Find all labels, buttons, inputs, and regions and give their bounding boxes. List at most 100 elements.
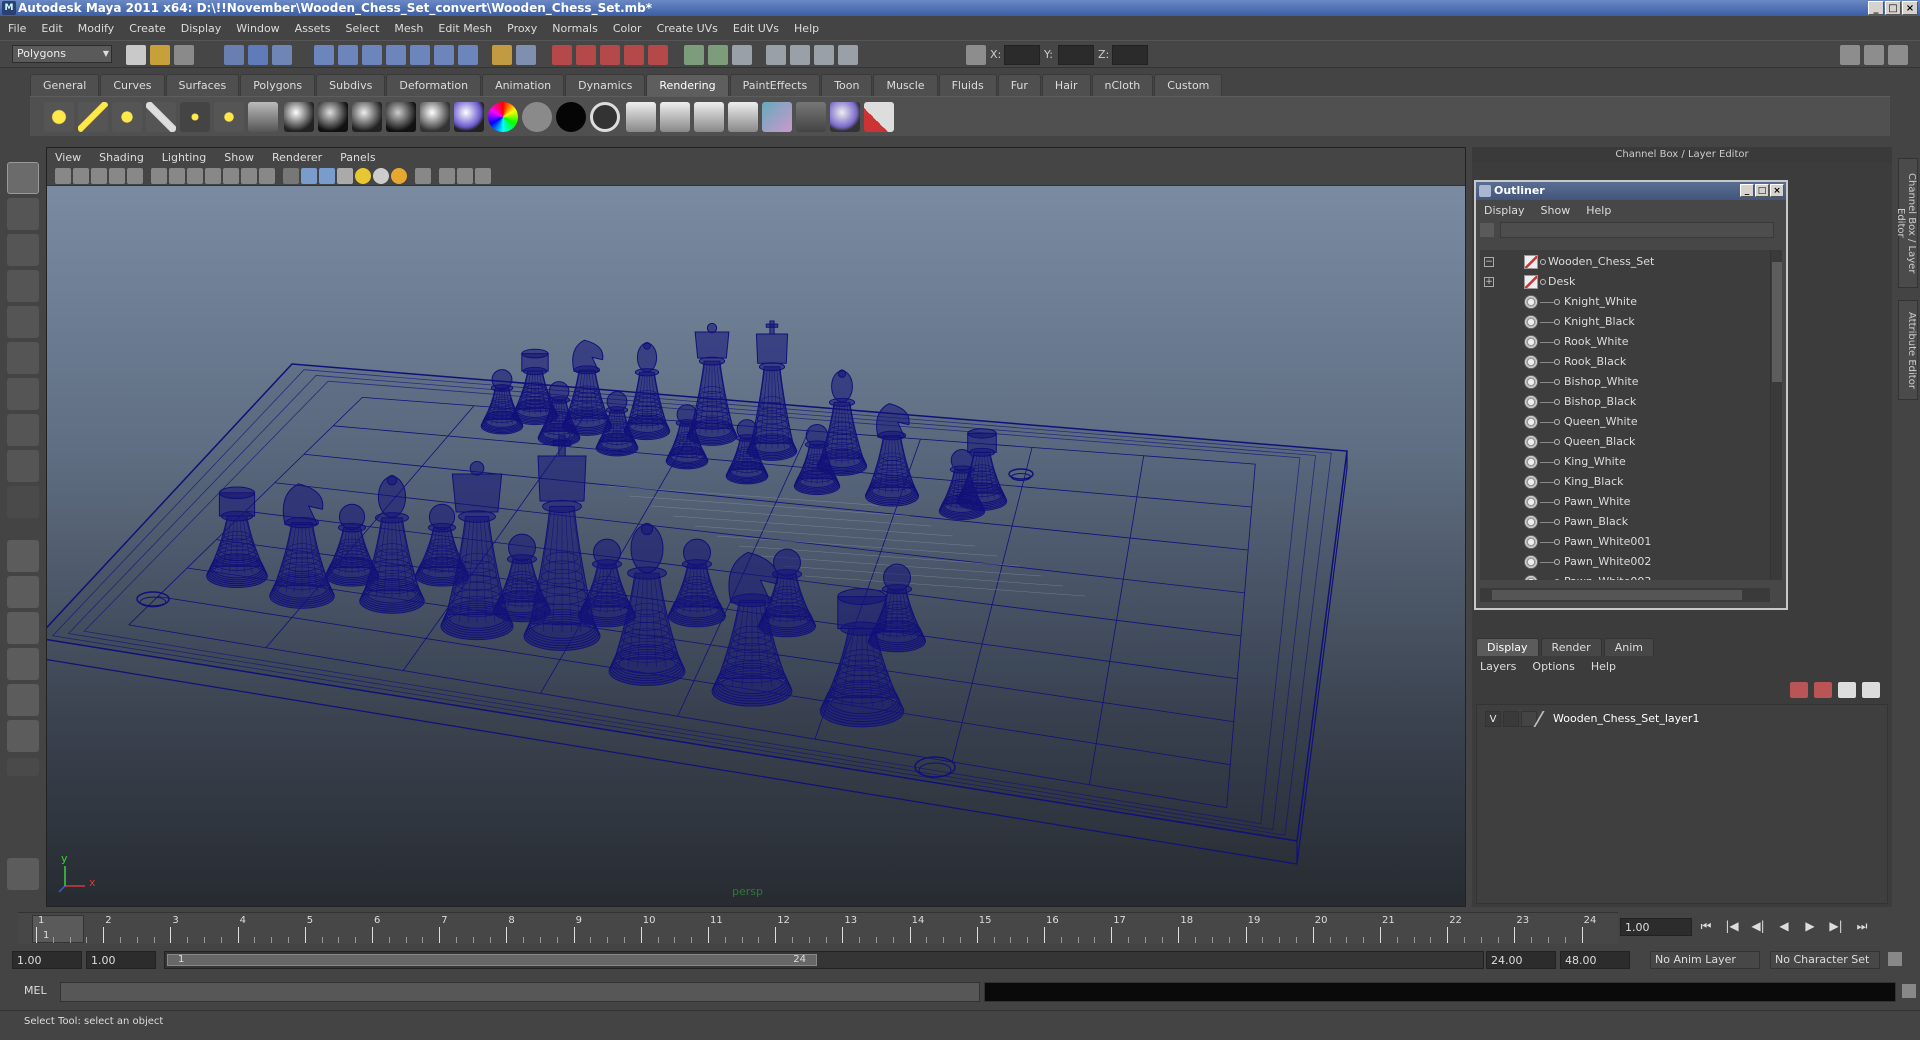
menu-edit[interactable]: Edit [41,22,62,35]
save-scene-icon[interactable] [174,45,194,65]
snap-point-icon[interactable] [362,45,382,65]
ramp-shader-icon[interactable] [488,102,518,132]
ipr-render-icon[interactable] [576,45,596,65]
outliner-item[interactable]: Rook_Black [1480,352,1770,372]
maximize-button[interactable]: □ [1885,1,1901,15]
shelf-tab-fur[interactable]: Fur [997,74,1041,96]
outliner-item[interactable]: Queen_Black [1480,432,1770,452]
area-light-icon[interactable] [180,102,210,132]
shelf-tab-general[interactable]: General [30,74,100,96]
attribute-editor-side-tab[interactable]: Attribute Editor [1898,300,1918,400]
y-field[interactable] [1058,45,1094,65]
input-line-icon[interactable] [684,45,704,65]
z-field[interactable] [1112,45,1148,65]
phong-sphere-icon[interactable] [352,102,382,132]
animation-start-field[interactable]: 1.00 [12,951,82,969]
channel-box-toggle-icon[interactable] [1888,45,1908,65]
shelf-tab-animation[interactable]: Animation [482,74,565,96]
viewport-menu-lighting[interactable]: Lighting [162,151,206,164]
select-camera-icon[interactable] [55,168,71,184]
xray-joints-icon[interactable] [457,168,473,184]
shelf-tab-ncloth[interactable]: nCloth [1091,74,1154,96]
shelf-tab-rendering[interactable]: Rendering [646,74,729,96]
new-layer-selected-icon[interactable] [1862,682,1880,698]
channel-box-side-tab[interactable]: Channel Box / Layer Editor [1895,158,1918,288]
shelf-tab-muscle[interactable]: Muscle [873,74,938,96]
collapse-icon[interactable]: − [1484,257,1494,267]
phonge-sphere-icon[interactable] [386,102,416,132]
outliner-menu-display[interactable]: Display [1484,204,1525,217]
camera-icon[interactable] [732,45,752,65]
xray-components-icon[interactable] [475,168,491,184]
grid-icon[interactable] [151,168,167,184]
render-current-shelf-icon[interactable] [694,102,724,132]
ambient-light-icon[interactable] [44,102,74,132]
outliner-window[interactable]: Outliner _ □ × Display Show Help − Wooden_C… [1474,180,1788,610]
select-tool-icon[interactable] [7,162,39,194]
resolution-gate-icon[interactable] [187,168,203,184]
anim-layer-dropdown[interactable]: No Anim Layer [1650,951,1760,969]
ipr-shelf-icon[interactable] [728,102,758,132]
shelf-tab-painteffects[interactable]: PaintEffects [729,74,821,96]
gate-mask-icon[interactable] [205,168,221,184]
outliner-item[interactable]: Queen_White [1480,412,1770,432]
lambert-sphere-icon[interactable] [318,102,348,132]
spot-light-icon[interactable] [146,102,176,132]
attribute-editor-toggle-icon[interactable] [1840,45,1860,65]
film-gate-icon[interactable] [169,168,185,184]
new-scene-icon[interactable] [126,45,146,65]
single-perspective-layout-icon[interactable] [7,540,39,572]
layer-visibility-toggle[interactable]: V [1485,711,1501,727]
menu-create[interactable]: Create [129,22,166,35]
camera-attributes-icon[interactable] [73,168,89,184]
command-language-label[interactable]: MEL [24,984,47,997]
paint-brush-icon[interactable] [864,102,894,132]
persp-graph-layout-icon[interactable] [7,648,39,680]
rotate-tool-icon[interactable] [7,306,39,338]
snap-grid-icon[interactable] [314,45,334,65]
menu-modify[interactable]: Modify [78,22,114,35]
perspective-viewport[interactable]: View Shading Lighting Show Renderer Panels [46,147,1466,907]
viewport-menu-panels[interactable]: Panels [340,151,375,164]
shelf-tab-fluids[interactable]: Fluids [938,74,997,96]
hand-icon[interactable] [7,858,39,890]
select-component-icon[interactable] [272,45,292,65]
hypershade-shelf-icon[interactable] [626,102,656,132]
close-button[interactable]: × [1902,1,1918,15]
menu-mesh[interactable]: Mesh [394,22,423,35]
shelf-tab-hair[interactable]: Hair [1041,74,1091,96]
range-slider-track[interactable]: 1 24 [164,951,1484,969]
directional-light-icon[interactable] [78,102,108,132]
lock-icon[interactable] [492,45,512,65]
volume-light-icon[interactable] [214,102,244,132]
open-scene-icon[interactable] [150,45,170,65]
outliner-item[interactable]: Rook_White [1480,332,1770,352]
wireframe-on-shaded-icon[interactable] [319,168,335,184]
step-forward-frame-icon[interactable]: ▶| [1828,918,1844,934]
snap-curve-icon[interactable] [338,45,358,65]
layer-playback-toggle[interactable] [1503,711,1519,727]
outliner-maximize-button[interactable]: □ [1755,184,1769,197]
tool-settings-toggle-icon[interactable] [1864,45,1884,65]
menu-edit-mesh[interactable]: Edit Mesh [438,22,492,35]
viewport-menu-view[interactable]: View [55,151,81,164]
layer-menu-help[interactable]: Help [1591,660,1616,673]
outliner-item[interactable]: Pawn_White001 [1480,532,1770,552]
more-layouts-icon[interactable] [7,758,39,776]
outliner-horizontal-scrollbar[interactable] [1480,588,1770,602]
transform-mode-icon[interactable] [766,45,786,65]
step-back-key-icon[interactable]: |◀ [1724,918,1740,934]
persp-outliner-layout-icon[interactable] [7,612,39,644]
render-view-shelf-icon[interactable] [660,102,690,132]
2d-pan-zoom-icon[interactable] [127,168,143,184]
key-icon[interactable] [1888,952,1902,966]
playback-start-field[interactable]: 1.00 [86,951,156,969]
safe-title-icon[interactable] [259,168,275,184]
outliner-menu-show[interactable]: Show [1541,204,1571,217]
outliner-hscroll-thumb[interactable] [1492,590,1742,600]
viewport-menu-renderer[interactable]: Renderer [272,151,322,164]
viewport-menu-show[interactable]: Show [224,151,254,164]
menu-window[interactable]: Window [236,22,279,35]
menu-proxy[interactable]: Proxy [507,22,537,35]
layer-menu-layers[interactable]: Layers [1480,660,1516,673]
